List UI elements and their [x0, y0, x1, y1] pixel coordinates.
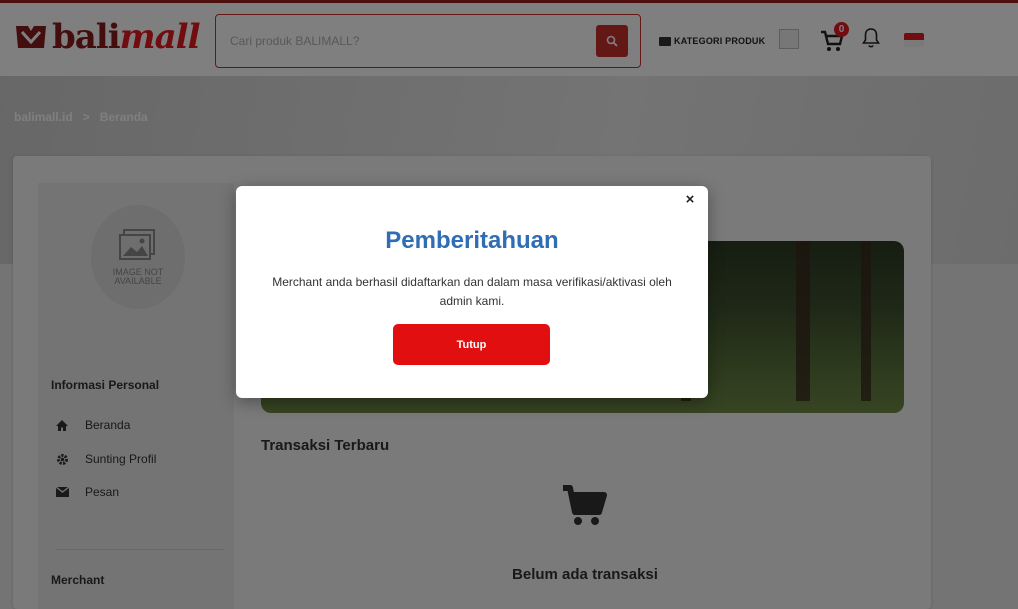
modal-close-button[interactable]: × [682, 192, 698, 208]
modal-message: Merchant anda berhasil didaftarkan dan d… [272, 275, 672, 308]
notification-modal: × Pemberitahuan Merchant anda berhasil d… [236, 186, 708, 398]
modal-title: Pemberitahuan [385, 227, 559, 254]
tutup-button[interactable]: Tutup [393, 324, 550, 365]
